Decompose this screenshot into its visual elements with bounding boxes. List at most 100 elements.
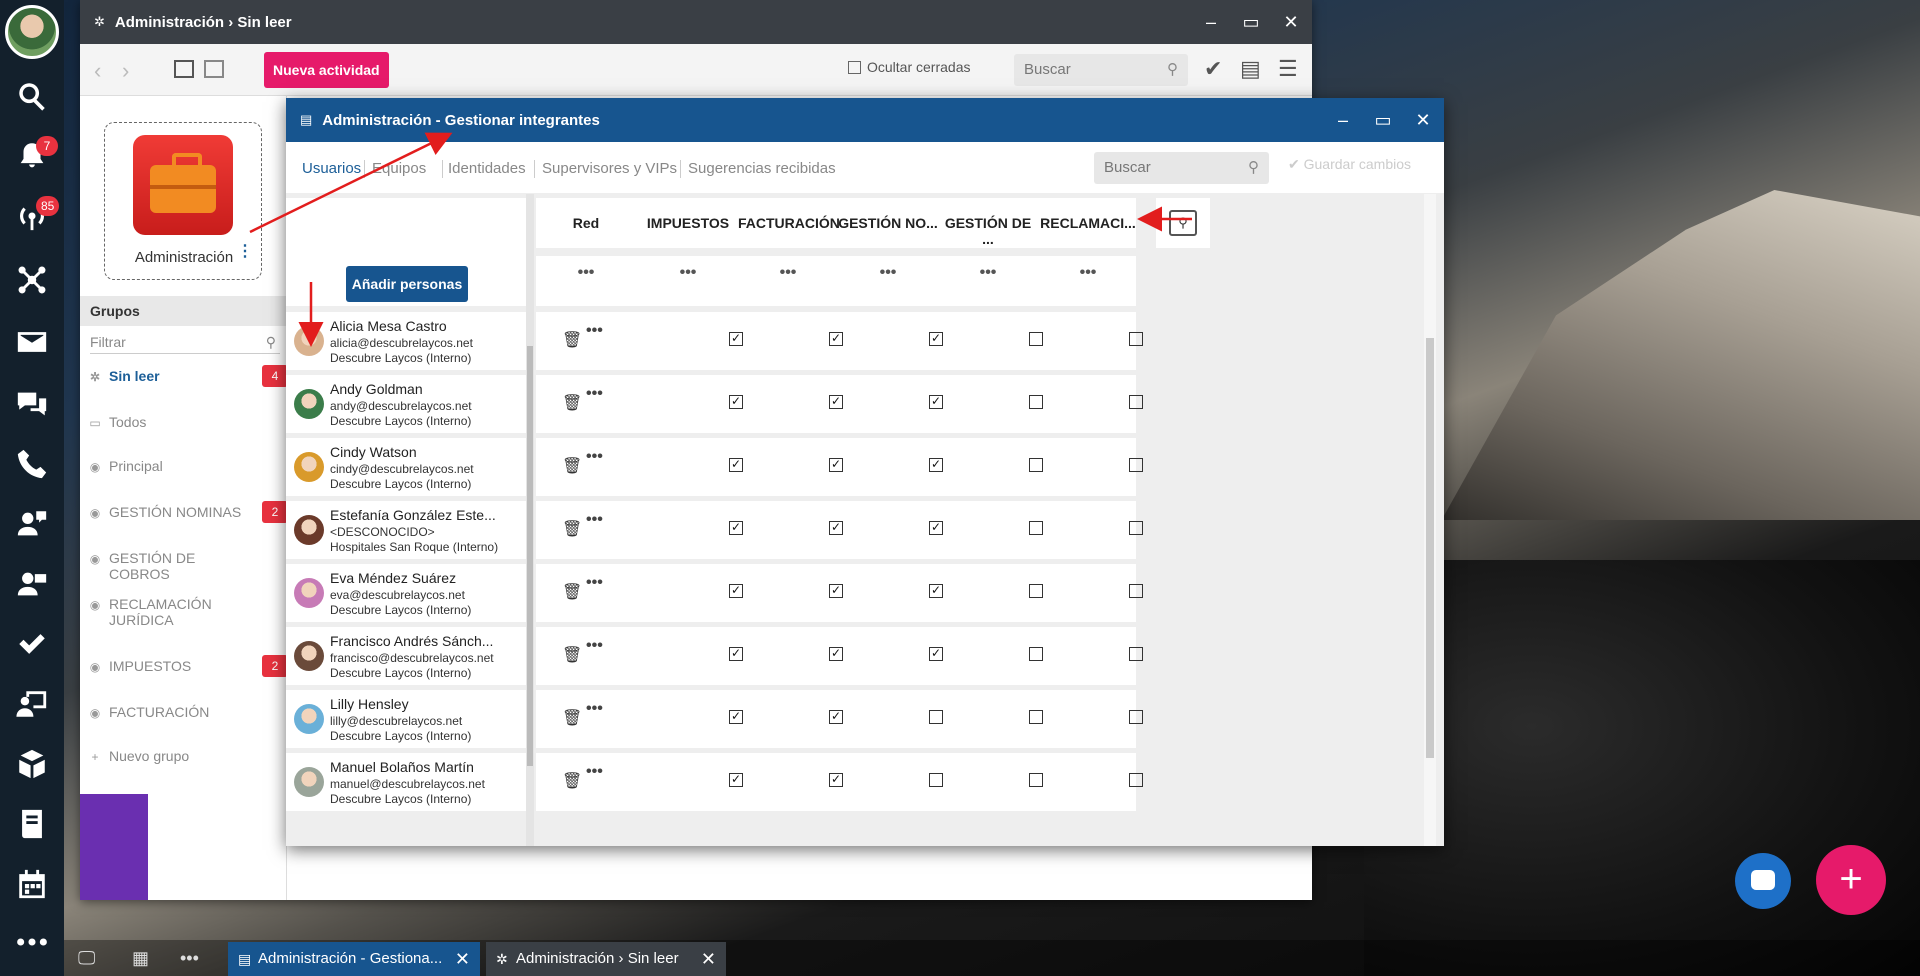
user-avatar[interactable] [5, 5, 59, 59]
column-header[interactable]: RECLAMACI... [1038, 215, 1138, 231]
checkbox-checked[interactable]: ✓ [829, 458, 843, 472]
checkbox-unchecked[interactable] [1129, 710, 1143, 724]
checkbox-unchecked[interactable] [1029, 584, 1043, 598]
right-scrollbar[interactable] [1424, 194, 1436, 846]
checkbox-checked[interactable]: ✓ [729, 584, 743, 598]
add-button[interactable]: + [1816, 845, 1886, 915]
trash-icon[interactable]: 🗑 [562, 645, 582, 665]
column-header[interactable]: GESTIÓN DE ... [938, 215, 1038, 247]
checkbox-checked[interactable]: ✓ [929, 395, 943, 409]
checkbox-unchecked[interactable] [929, 773, 943, 787]
row-options-icon[interactable]: ••• [586, 637, 603, 655]
sidebar-item-group[interactable]: ◉ RECLAMACIÓN JURÍDICA [88, 596, 288, 628]
sidebar-item-group[interactable]: ◉ GESTIÓN NOMINAS [88, 504, 288, 520]
row-options-icon[interactable]: ••• [586, 322, 603, 340]
left-scrollbar[interactable] [526, 194, 534, 846]
taskbar-item-dialog[interactable]: ▤ Administración - Gestiona... ✕ [228, 942, 480, 976]
groups-filter-input[interactable]: Filtrar ⚲ [90, 330, 280, 354]
check-icon[interactable] [0, 620, 64, 668]
back-window-titlebar[interactable]: ✲ Administración › Sin leer – ▭ ✕ [80, 0, 1312, 44]
checkbox-unchecked[interactable] [1029, 521, 1043, 535]
tab-identidades[interactable]: Identidades [448, 160, 526, 177]
member-row[interactable]: Andy Goldman andy@descubrelaycos.net Descu… [286, 375, 526, 433]
member-row[interactable]: Alicia Mesa Castro alicia@descubrelaycos.… [286, 312, 526, 370]
member-row[interactable]: Eva Méndez Suárez eva@descubrelaycos.net D… [286, 564, 526, 622]
checkbox-unchecked[interactable] [929, 710, 943, 724]
column-search-button[interactable]: ⚲ [1156, 198, 1210, 248]
app-menu-icon[interactable]: ⋮ [237, 241, 253, 261]
forward-arrow-icon[interactable]: › [122, 58, 129, 84]
checkbox-checked[interactable]: ✓ [829, 647, 843, 661]
hide-closed-checkbox[interactable]: Ocultar cerradas [848, 59, 970, 75]
calendar-icon[interactable] [0, 860, 64, 908]
checkbox-unchecked[interactable] [1129, 584, 1143, 598]
column-header[interactable]: Red [536, 215, 636, 231]
sidebar-item-group[interactable]: ✲ Sin leer [88, 368, 288, 384]
dialog-titlebar[interactable]: ▤ Administración - Gestionar integrantes… [286, 98, 1444, 142]
bell-icon[interactable]: 7 [0, 132, 64, 180]
presentation-icon[interactable] [0, 680, 64, 728]
column-options-icon[interactable]: ••• [638, 264, 738, 282]
column-options-icon[interactable]: ••• [738, 264, 838, 282]
more-icon[interactable] [0, 918, 64, 966]
minimize-icon[interactable]: – [1200, 12, 1222, 33]
tab-supervisores[interactable]: Supervisores y VIPs [542, 160, 677, 177]
checkbox-unchecked[interactable] [1029, 710, 1043, 724]
back-search-input[interactable]: Buscar ⚲ [1014, 54, 1188, 86]
checkbox-checked[interactable]: ✓ [929, 332, 943, 346]
row-options-icon[interactable]: ••• [586, 763, 603, 781]
checkbox-checked[interactable]: ✓ [829, 773, 843, 787]
row-options-icon[interactable]: ••• [586, 574, 603, 592]
maximize-icon[interactable]: ▭ [1372, 110, 1394, 131]
taskbar-item-back-window[interactable]: ✲ Administración › Sin leer ✕ [486, 942, 726, 976]
agent-card-icon[interactable] [0, 560, 64, 608]
book-icon[interactable] [0, 800, 64, 848]
checkbox-unchecked[interactable] [1129, 395, 1143, 409]
maximize-icon[interactable]: ▭ [1240, 12, 1262, 33]
checkbox-checked[interactable]: ✓ [829, 584, 843, 598]
close-icon[interactable]: ✕ [1412, 110, 1434, 131]
checkbox-unchecked[interactable] [1029, 647, 1043, 661]
member-row[interactable]: Manuel Bolaños Martín manuel@descubrelayc… [286, 753, 526, 811]
checkbox-checked[interactable]: ✓ [929, 584, 943, 598]
search-icon[interactable] [0, 72, 64, 120]
column-options-icon[interactable]: ••• [1038, 264, 1138, 282]
more-icon[interactable]: ••• [180, 948, 199, 969]
support-agents-icon[interactable] [0, 500, 64, 548]
column-header[interactable]: FACTURACIÓN [738, 215, 840, 231]
desktop-icon[interactable]: 🖵 [78, 948, 95, 969]
add-people-button[interactable]: Añadir personas [346, 266, 468, 302]
checkbox-checked[interactable]: ✓ [829, 332, 843, 346]
checkbox-checked[interactable]: ✓ [929, 458, 943, 472]
column-options-icon[interactable]: ••• [838, 264, 938, 282]
mail-icon[interactable] [0, 318, 64, 366]
checkbox-unchecked[interactable] [1029, 773, 1043, 787]
column-options-icon[interactable]: ••• [938, 264, 1038, 282]
column-options-icon[interactable]: ••• [536, 264, 636, 282]
checkbox-unchecked[interactable] [1129, 647, 1143, 661]
trash-icon[interactable]: 🗑 [562, 519, 582, 539]
table-view-icon[interactable] [204, 60, 224, 78]
dialog-search-input[interactable]: Buscar ⚲ [1094, 152, 1269, 184]
sidebar-item-group[interactable]: ▭ Todos [88, 414, 288, 430]
row-options-icon[interactable]: ••• [586, 448, 603, 466]
checkbox-unchecked[interactable] [1029, 332, 1043, 346]
trash-icon[interactable]: 🗑 [562, 393, 582, 413]
checkbox-unchecked[interactable] [1129, 458, 1143, 472]
checkbox-checked[interactable]: ✓ [729, 710, 743, 724]
menu-icon[interactable]: ☰ [1278, 56, 1298, 82]
member-row[interactable]: Lilly Hensley lilly@descubrelaycos.net Des… [286, 690, 526, 748]
checkbox-checked[interactable]: ✓ [829, 521, 843, 535]
close-icon[interactable]: ✕ [1280, 12, 1302, 33]
new-activity-button[interactable]: Nueva actividad [264, 52, 389, 88]
member-row[interactable]: Estefanía González Este... <DESCONOCIDO> H… [286, 501, 526, 559]
trash-icon[interactable]: 🗑 [562, 330, 582, 350]
checkbox-checked[interactable]: ✓ [729, 458, 743, 472]
bot-button[interactable] [1735, 853, 1791, 909]
trash-icon[interactable]: 🗑 [562, 771, 582, 791]
checkbox-checked[interactable]: ✓ [729, 332, 743, 346]
column-header[interactable]: IMPUESTOS [638, 215, 738, 231]
trash-icon[interactable]: 🗑 [562, 456, 582, 476]
checkbox-checked[interactable]: ✓ [729, 521, 743, 535]
boxes-icon[interactable] [0, 740, 64, 788]
